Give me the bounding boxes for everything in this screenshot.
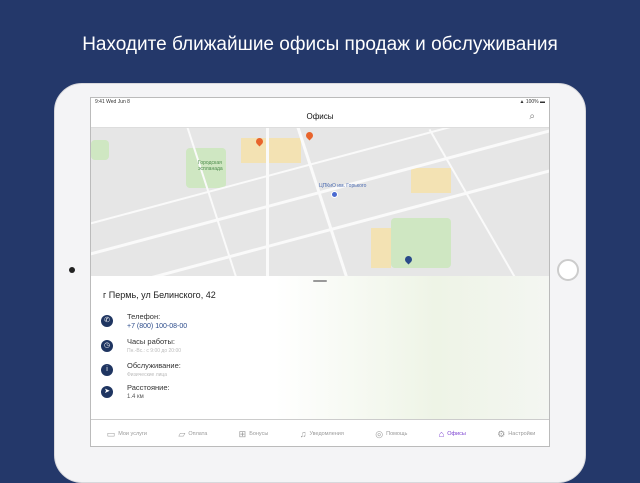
lifebuoy-icon: ◎ bbox=[375, 428, 384, 439]
status-time: 9:41 bbox=[95, 99, 105, 105]
tab-label: Помощь bbox=[386, 431, 408, 437]
office-address: г Пермь, ул Белинского, 42 bbox=[103, 290, 216, 300]
detail-value: Пн.-Вс.: с 9:00 до 20:00 bbox=[127, 348, 182, 354]
tab-label: Настройки bbox=[508, 431, 536, 437]
battery-level: 100% bbox=[525, 99, 539, 105]
detail-label: Телефон: bbox=[127, 312, 161, 321]
tab-label: Бонусы bbox=[249, 431, 269, 437]
camera bbox=[69, 267, 75, 273]
folder-icon: ▱ bbox=[178, 428, 186, 439]
headline: Находите ближайшие офисы продаж и обслуж… bbox=[82, 34, 558, 55]
tab-bonuses[interactable]: ⊞ Бонусы bbox=[239, 429, 269, 440]
tab-bar: ▭ Мои услуги ▱ Оплата ⊞ Бонусы ♫ Уведомления… bbox=[91, 419, 549, 446]
map[interactable]: Городская эспланада ЦПКиО им. Горького bbox=[91, 128, 549, 276]
battery-icon: ▬ bbox=[540, 99, 545, 105]
tab-label: Офисы bbox=[447, 431, 466, 437]
location-arrow-icon: ➤ bbox=[101, 386, 113, 398]
detail-label: Расстояние: bbox=[127, 383, 170, 392]
sheet-grabber[interactable] bbox=[313, 280, 327, 282]
office-pin[interactable] bbox=[304, 130, 315, 141]
detail-distance: ➤ Расстояние: 1.4 км bbox=[101, 383, 170, 400]
gear-icon: ⚙ bbox=[497, 428, 506, 439]
info-icon: i bbox=[101, 364, 113, 376]
tab-label: Мои услуги bbox=[118, 431, 147, 437]
detail-service: i Обслуживание: Физические лица bbox=[101, 361, 181, 378]
tab-notifications[interactable]: ♫ Уведомления bbox=[300, 429, 344, 439]
app-screen: 9:41 Wed Jun 8 ▲ 100% ▬ Офисы ⌕ Городска… bbox=[90, 97, 550, 447]
clock-icon: ◷ bbox=[101, 340, 113, 352]
monitor-icon: ▭ bbox=[106, 428, 116, 439]
gift-icon: ⊞ bbox=[238, 428, 247, 439]
tab-payment[interactable]: ▱ Оплата bbox=[178, 429, 207, 440]
tab-label: Оплата bbox=[188, 431, 208, 437]
detail-hours: ◷ Часы работы: Пн.-Вс.: с 9:00 до 20:00 bbox=[101, 337, 181, 354]
tab-label: Уведомления bbox=[309, 431, 344, 437]
tab-settings[interactable]: ⚙ Настройки bbox=[497, 429, 535, 440]
phone-icon: ✆ bbox=[101, 315, 113, 327]
search-icon[interactable]: ⌕ bbox=[529, 106, 535, 128]
map-label: ЦПКиО им. Горького bbox=[319, 183, 367, 189]
user-location-icon bbox=[331, 191, 338, 198]
offices-icon: ⌂ bbox=[438, 429, 445, 439]
status-bar: 9:41 Wed Jun 8 ▲ 100% ▬ bbox=[91, 98, 549, 106]
detail-value: 1.4 км bbox=[127, 394, 144, 400]
wifi-icon: ▲ bbox=[519, 99, 525, 105]
bell-icon: ♫ bbox=[299, 429, 307, 439]
nav-bar: Офисы ⌕ bbox=[91, 106, 549, 128]
phone-link[interactable]: +7 (800) 100-08-00 bbox=[127, 323, 187, 330]
tab-offices[interactable]: ⌂ Офисы bbox=[439, 429, 466, 439]
map-label: Городская эспланада bbox=[198, 160, 223, 172]
tab-my-services[interactable]: ▭ Мои услуги bbox=[107, 429, 147, 440]
office-details-sheet: г Пермь, ул Белинского, 42 ✆ Телефон: +7 … bbox=[91, 276, 549, 419]
detail-label: Обслуживание: bbox=[127, 361, 181, 370]
detail-label: Часы работы: bbox=[127, 337, 175, 346]
status-date: Wed Jun 8 bbox=[106, 99, 130, 105]
tab-help[interactable]: ◎ Помощь bbox=[375, 429, 407, 440]
detail-value: Физические лица bbox=[127, 372, 168, 378]
home-button bbox=[557, 259, 579, 281]
detail-phone: ✆ Телефон: +7 (800) 100-08-00 bbox=[101, 312, 187, 330]
page-title: Офисы bbox=[306, 112, 334, 121]
